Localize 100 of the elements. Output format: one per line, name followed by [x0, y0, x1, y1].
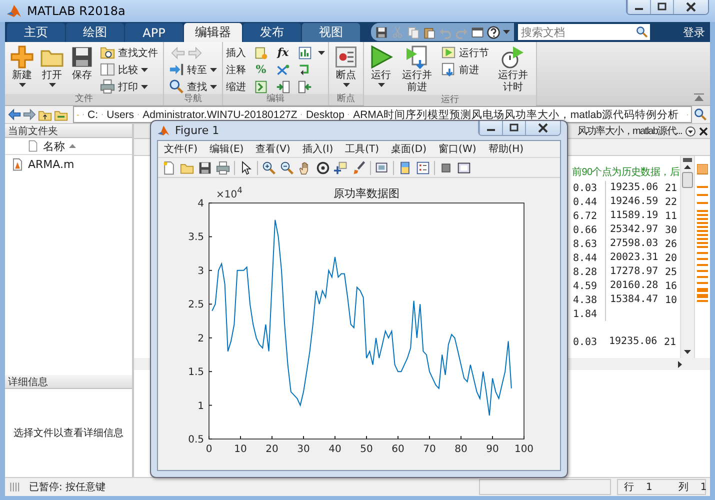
toolstrip-button[interactable]	[274, 79, 292, 94]
tick-mark	[460, 436, 462, 440]
close-icon[interactable]	[525, 121, 560, 135]
help-icon[interactable]	[487, 26, 500, 38]
toolstrip-button[interactable]: 比较	[98, 62, 160, 77]
tick-label: 30	[297, 444, 310, 455]
toolstrip-button[interactable]: 运行节	[439, 45, 491, 60]
pointer-icon[interactable]	[239, 160, 253, 174]
group-label: 断点	[329, 94, 363, 105]
toolstrip-button[interactable]: 运行并计时	[493, 44, 533, 95]
matlab-logo-icon	[157, 124, 170, 137]
toolstrip-button[interactable]	[296, 79, 314, 94]
zoom-out-icon[interactable]	[280, 160, 294, 174]
ribbon-tab[interactable]: APP	[125, 23, 183, 42]
tick-mark	[208, 404, 212, 406]
window-switch-icon[interactable]	[471, 26, 484, 38]
menu-item[interactable]: 桌面(D)	[391, 142, 427, 156]
file-name[interactable]: ARMA.m	[28, 158, 74, 171]
ribbon-tab[interactable]: 视图	[302, 23, 360, 42]
scroll-right-icon[interactable]	[678, 360, 682, 368]
tick-mark	[429, 436, 430, 440]
menu-item[interactable]: 插入(I)	[302, 142, 334, 156]
login-button[interactable]: 登录	[678, 22, 710, 42]
path-segment[interactable]: ARMA时间序列模型预测风电场风功率大小，matlab源代码特例分析	[353, 108, 679, 122]
code-text: 10	[665, 294, 678, 306]
menu-item[interactable]: 工具(T)	[345, 142, 380, 156]
brush-icon[interactable]	[352, 160, 366, 174]
ribbon-tab[interactable]: 发布	[243, 23, 301, 42]
clipboard-icon[interactable]	[423, 26, 436, 38]
zoom-in-icon[interactable]	[262, 160, 276, 174]
toolstrip-button[interactable]	[274, 62, 292, 77]
toolstrip-button[interactable]	[296, 45, 314, 60]
tick-mark	[208, 202, 212, 204]
minimize-icon[interactable]	[627, 0, 650, 14]
scroll-thumb[interactable]	[682, 172, 693, 188]
menu-item[interactable]: 文件(F)	[164, 142, 198, 156]
frame-icon[interactable]	[457, 160, 471, 174]
close-icon[interactable]	[673, 0, 708, 14]
path-segment[interactable]: Administrator.WIN7U-20180127Z	[142, 108, 298, 120]
toolstrip-button[interactable]: fx	[274, 45, 292, 60]
menu-item[interactable]: 帮助(H)	[488, 142, 524, 156]
collapse-icon[interactable]	[694, 93, 704, 101]
forward-arrow-icon[interactable]	[23, 108, 36, 121]
folder-search-icon	[100, 45, 115, 60]
square-icon[interactable]	[439, 160, 453, 174]
scroll-up-icon[interactable]	[684, 165, 691, 169]
run-advance-icon	[405, 45, 429, 69]
minimize-icon[interactable]	[479, 121, 502, 135]
scroll-down-icon[interactable]	[684, 350, 691, 354]
toolstrip-button[interactable]: 转至	[167, 62, 219, 77]
linked-plot-icon[interactable]	[375, 160, 389, 174]
editor-tab-title[interactable]: 风功率大小，matlab源代...	[577, 124, 682, 138]
ribbon-tab[interactable]: 编辑器	[184, 23, 242, 42]
toolstrip-button[interactable]: 保存	[68, 44, 96, 94]
code-text: 30	[665, 224, 678, 236]
path-segment[interactable]: C:	[87, 108, 98, 120]
new-file-icon[interactable]	[162, 160, 176, 174]
toolstrip-button[interactable]: 运行并前进	[397, 44, 437, 95]
search-icon[interactable]	[694, 108, 707, 121]
printer-icon[interactable]	[216, 160, 230, 174]
search-icon[interactable]	[634, 24, 650, 40]
code-text: 8.63	[573, 238, 598, 250]
toolstrip-button[interactable]: 查找	[167, 79, 219, 94]
maximize-icon[interactable]	[650, 0, 673, 14]
scrollbar[interactable]	[680, 156, 694, 358]
toolstrip-button[interactable]: 新建	[8, 44, 36, 94]
toolstrip-label: 注释	[226, 64, 247, 76]
tick-label: 1.5	[188, 367, 204, 378]
ribbon-tab[interactable]: 绘图	[66, 23, 124, 42]
compare-icon	[100, 62, 115, 77]
toolstrip-button[interactable]: %	[252, 62, 270, 77]
status-message: 已暂停: 按任意键	[29, 480, 106, 494]
maximize-icon[interactable]	[502, 121, 525, 135]
menu-item[interactable]: 编辑(E)	[210, 142, 244, 156]
path-segment[interactable]: Users	[106, 108, 134, 120]
breakpoint-icon	[334, 45, 358, 69]
sort-arrow-icon[interactable]	[69, 144, 76, 148]
toolstrip-button[interactable]: 运行	[367, 44, 395, 95]
toolstrip-button[interactable]: 前进	[439, 62, 491, 77]
menu-item[interactable]: 窗口(W)	[438, 142, 476, 156]
toolstrip-button[interactable]: 断点	[332, 44, 360, 94]
dropdown-icon[interactable]	[685, 126, 696, 136]
back-arrow-icon[interactable]	[8, 108, 21, 121]
split-handle-icon[interactable]	[683, 158, 692, 162]
column-header[interactable]: 名称	[43, 138, 65, 154]
toolstrip-button[interactable]: 打开	[38, 44, 66, 94]
rotate-icon[interactable]	[316, 160, 330, 174]
menu-item[interactable]: 查看(V)	[256, 142, 290, 156]
toolstrip-button[interactable]: 查找文件	[98, 45, 160, 60]
tick-mark	[208, 371, 212, 372]
ribbon-tab[interactable]: 主页	[7, 23, 65, 42]
legend-icon[interactable]	[416, 160, 430, 174]
path-segment[interactable]: Desktop	[306, 108, 344, 120]
data-cursor-icon[interactable]	[334, 160, 348, 174]
details-message: 选择文件以查看详细信息	[14, 426, 124, 440]
close-icon[interactable]	[699, 126, 708, 136]
colorbar-icon[interactable]	[398, 160, 412, 174]
toolstrip-button[interactable]: 打印	[98, 79, 160, 94]
search-field[interactable]: 搜索文档	[518, 24, 634, 40]
document-icon	[27, 140, 39, 152]
